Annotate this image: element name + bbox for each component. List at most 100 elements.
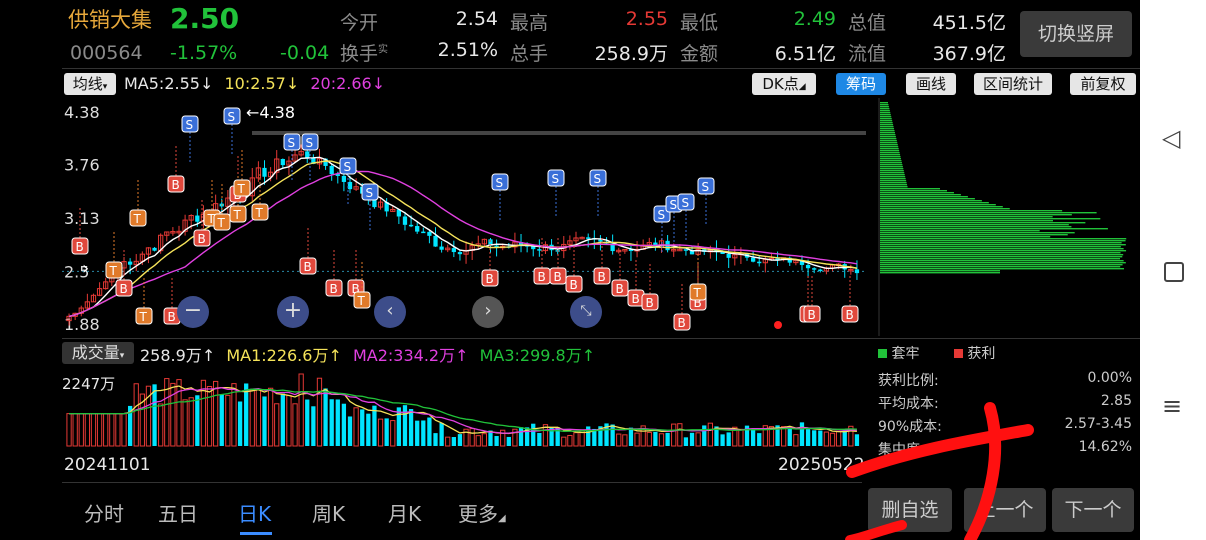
chip-bar — [880, 110, 890, 112]
stock-name: 供销大集 — [68, 8, 152, 32]
tab-intraday[interactable]: 分时 — [84, 498, 124, 527]
signal-letter: B — [678, 316, 686, 330]
back-icon[interactable]: ◁ — [1162, 124, 1180, 152]
volume-bar — [335, 399, 340, 446]
kline-divider — [62, 338, 1140, 339]
forward-adjust-button[interactable]: 前复权 — [1070, 73, 1136, 95]
scroll-right-button[interactable]: › — [472, 296, 504, 328]
volume-bar — [628, 427, 634, 446]
volume-bar — [316, 377, 323, 447]
signal-letter: S — [496, 176, 504, 190]
draw-line-button[interactable]: 画线 — [906, 73, 956, 95]
candle-body — [421, 231, 426, 234]
collapse-icon[interactable]: ⤡ — [570, 296, 602, 328]
switch-portrait-button[interactable]: 切换竖屏 — [1020, 11, 1132, 57]
volume-bar — [90, 413, 97, 447]
chip-bar — [880, 138, 897, 140]
zoom-in-button[interactable]: + — [277, 296, 309, 328]
dk-point-button[interactable]: DK点◢ — [752, 73, 816, 95]
volume-bar — [176, 379, 182, 447]
stat-value-float-value: 367.9亿 — [932, 43, 1006, 65]
signal-letter: B — [172, 178, 180, 192]
tab-weekly-k[interactable]: 周K — [312, 498, 345, 527]
candle-body — [433, 235, 438, 247]
volume-divider — [62, 482, 862, 483]
indicator-selector[interactable]: 均线▾ — [64, 73, 116, 95]
chip-bar — [880, 256, 1123, 258]
red-annotation-stroke — [845, 402, 1034, 540]
signal-letter: B — [486, 272, 494, 286]
candle-body — [854, 269, 860, 274]
scroll-left-button[interactable]: ‹ — [374, 296, 406, 328]
tab-more[interactable]: 更多◢ — [458, 498, 506, 527]
volume-bar — [305, 399, 310, 446]
volume-bar — [396, 407, 402, 446]
moving-average-line — [68, 156, 858, 318]
legend-profit: 获利 — [967, 346, 996, 362]
chip-bar — [880, 178, 906, 180]
candle-body — [415, 226, 420, 232]
chip-bar — [880, 216, 1053, 218]
tab-five-day[interactable]: 五日 — [158, 498, 198, 527]
signal-letter: B — [846, 308, 854, 322]
chip-bar — [880, 250, 1127, 252]
ma5-value: MA5:2.55↓ — [124, 74, 214, 93]
alert-dot — [774, 321, 782, 329]
home-icon[interactable] — [1164, 262, 1184, 282]
chip-bar — [880, 164, 903, 166]
volume-bar — [225, 394, 231, 447]
change-percent: -1.57% — [170, 42, 238, 64]
signal-letter: B — [330, 282, 338, 296]
volume-indicator-selector[interactable]: 成交量▾ — [62, 342, 134, 364]
range-stats-button[interactable]: 区间统计 — [974, 73, 1052, 95]
volume-bar — [109, 413, 115, 447]
chip-bar — [880, 244, 1126, 246]
tab-monthly-k[interactable]: 月K — [388, 498, 421, 527]
volume-legend: 258.9万↑ MA1:226.6万↑ MA2:334.2万↑ MA3:299.… — [140, 342, 595, 366]
ma-legend: MA5:2.55↓ 10:2.57↓ 20:2.66↓ — [124, 74, 385, 93]
chip-bar — [880, 204, 996, 206]
chip-bar — [880, 154, 901, 156]
chip-bar — [880, 270, 1000, 272]
chip-bar — [880, 134, 896, 136]
zoom-out-button[interactable]: − — [177, 296, 209, 328]
chip-bar — [880, 188, 940, 190]
chip-bar — [880, 152, 900, 154]
expand-left-icon[interactable]: › — [82, 258, 89, 279]
volume-bar — [103, 413, 109, 447]
chip-bar — [880, 190, 947, 192]
chip-bar — [880, 166, 903, 168]
chip-bar — [880, 176, 906, 178]
volume-bar — [377, 418, 384, 447]
volume-bar — [671, 423, 677, 447]
chip-bar — [880, 252, 1121, 254]
current-price: 2.50 — [170, 2, 240, 35]
candle-body — [341, 175, 347, 182]
chip-bar — [880, 238, 1127, 240]
signal-letter: T — [255, 206, 264, 220]
volume-bar — [323, 388, 328, 446]
volume-bar — [726, 432, 731, 446]
volume-bar — [812, 430, 817, 446]
volume-bar — [274, 403, 280, 447]
recents-icon[interactable]: ≡ — [1162, 392, 1182, 420]
volume-bar — [280, 393, 285, 446]
vol-ma2: MA2:334.2万↑ — [352, 346, 469, 365]
volume-bar — [402, 405, 408, 446]
candle-body — [127, 261, 133, 265]
candle-body — [457, 252, 463, 255]
chips-button[interactable]: 筹码 — [836, 73, 886, 95]
volume-bar — [66, 413, 72, 447]
chip-bar — [880, 142, 898, 144]
chip-bar — [880, 168, 904, 170]
stat-value-high: 2.55 — [625, 8, 668, 30]
volume-bar — [121, 413, 127, 447]
volume-bar — [433, 433, 438, 446]
volume-bar — [152, 384, 157, 446]
tab-daily-k[interactable]: 日K — [238, 498, 271, 527]
volume-bar — [457, 434, 463, 446]
candle-body — [586, 237, 591, 239]
volume-bar — [781, 426, 787, 447]
volume-bar — [750, 429, 756, 446]
chip-bar — [880, 208, 1010, 210]
